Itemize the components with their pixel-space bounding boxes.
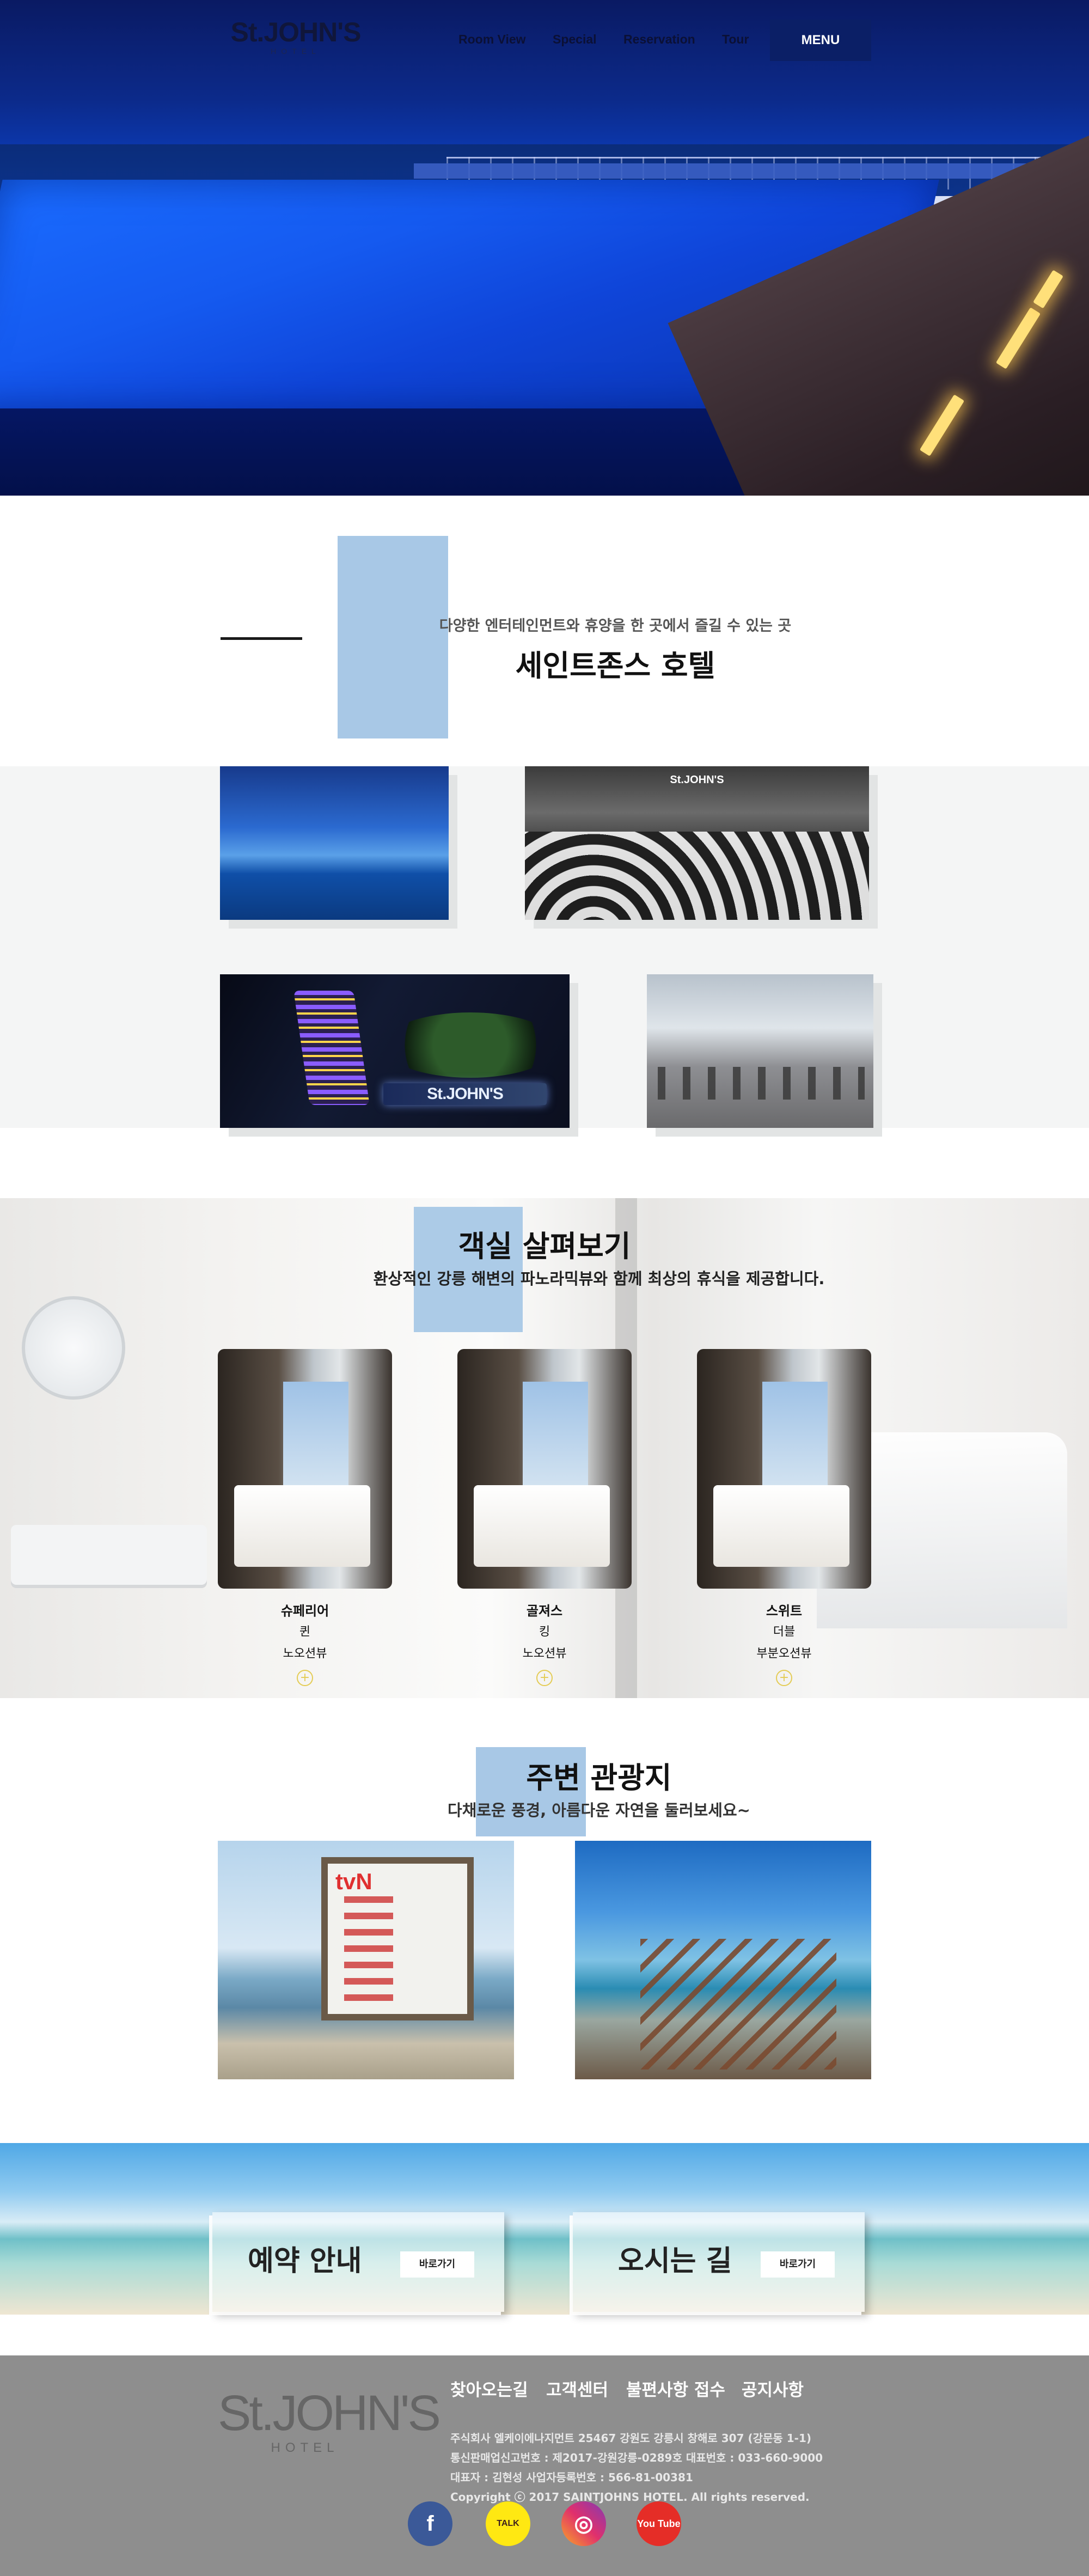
pool-rim [414, 163, 1089, 179]
reservation-title: 예약 안내 [248, 2245, 362, 2278]
hotel-logo[interactable]: St.JOHN'S HOTEL [219, 17, 372, 61]
youtube-icon[interactable]: You Tube [637, 2501, 681, 2546]
footer-link-notices[interactable]: 공지사항 [742, 2379, 804, 2401]
room-window [762, 1382, 828, 1501]
footer-link-support[interactable]: 고객센터 [546, 2379, 608, 2401]
accent-block [338, 536, 448, 738]
room-suite-name: 스위트 [766, 1603, 803, 1619]
room-gorgeous-view: 노오션뷰 [522, 1647, 567, 1661]
footer-registration: 통신판매업신고번호 : 제2017-강원강릉-0289호 대표번호 : 033-… [450, 2451, 823, 2464]
intro-title: 세인트존스 호텔 [515, 649, 715, 683]
plus-icon[interactable]: + [536, 1670, 553, 1686]
room-gorgeous-image[interactable] [457, 1349, 632, 1589]
room-superior-name: 슈페리어 [280, 1603, 329, 1619]
room-gorgeous-name: 골져스 [526, 1603, 563, 1619]
logo-subtitle: HOTEL [271, 47, 321, 56]
sights-title: 주변 관광지 [526, 1761, 672, 1795]
kakaotalk-icon[interactable]: TALK [486, 2501, 530, 2546]
intro-divider [221, 637, 302, 640]
hotel-sign: St.JOHN'S [383, 1083, 547, 1105]
nav-reservation[interactable]: Reservation [623, 32, 695, 47]
intro-subtitle: 다양한 엔터테인먼트와 휴양을 한 곳에서 즐길 수 있는 곳 [439, 618, 792, 634]
footer: St.JOHN'S HOTEL 찾아오는길 고객센터 불편사항 접수 공지사항 … [0, 2355, 1089, 2576]
drama-signboard: tvN [321, 1857, 474, 2020]
nav-special[interactable]: Special [553, 32, 597, 47]
hero-banner: St.JOHN'S HOTEL Room View Special Reserv… [0, 0, 1089, 496]
hotel-tower [293, 991, 370, 1105]
bathroom-mirror [22, 1296, 125, 1400]
room-superior-bed: 퀸 [299, 1625, 311, 1639]
room-suite-bed: 더블 [773, 1625, 796, 1639]
gallery-fitness-image[interactable] [647, 974, 873, 1128]
sights-subtitle: 다채로운 풍경, 아름다운 자연을 둘러보세요~ [448, 1801, 750, 1820]
facility-gallery: St.JOHN'S St.JOHN'S [0, 766, 1089, 1128]
plus-icon[interactable]: + [776, 1670, 792, 1686]
room-superior-image[interactable] [218, 1349, 392, 1589]
room-window [283, 1382, 348, 1501]
footer-link-directions[interactable]: 찾아오는길 [450, 2379, 528, 2401]
footer-logo: St.JOHN'S HOTEL [218, 2385, 441, 2456]
footer-logo-wordmark: St.JOHN'S [218, 2385, 441, 2441]
room-bed [713, 1485, 849, 1567]
room-superior-view: 노오션뷰 [283, 1647, 327, 1661]
footer-copyright: Copyright ⓒ 2017 SAINTJOHNS HOTEL. All r… [450, 2490, 810, 2504]
room-suite-view: 부분오션뷰 [756, 1647, 812, 1661]
gallery-exterior-image[interactable]: St.JOHN'S [220, 974, 570, 1128]
directions-title: 오시는 길 [618, 2245, 732, 2278]
reservation-go-button[interactable]: 바로가기 [400, 2251, 474, 2278]
gym-equipment [658, 1067, 865, 1100]
directions-go-button[interactable]: 바로가기 [761, 2251, 835, 2278]
footer-ceo: 대표자 : 김현성 사업자등록번호 : 566-81-00381 [450, 2471, 693, 2484]
footer-logo-subtitle: HOTEL [271, 2440, 339, 2455]
instagram-icon[interactable]: ◎ [561, 2501, 606, 2546]
poster-calligraphy [344, 1896, 393, 2005]
nav-room-view[interactable]: Room View [458, 32, 526, 47]
footer-company-address: 주식회사 엘케이에나지먼트 25467 강원도 강릉시 창해로 307 (강문동… [450, 2432, 812, 2445]
room-suite-image[interactable] [697, 1349, 871, 1589]
rooms-section: 객실 살펴보기 환상적인 강릉 해변의 파노라믹뷰와 함께 최상의 휴식을 제공… [0, 1198, 1089, 1698]
room-gorgeous-bed: 킹 [539, 1625, 550, 1639]
banquet-tables [525, 832, 869, 920]
room-window [523, 1382, 588, 1501]
gallery-pool-image[interactable] [220, 766, 449, 920]
sight-drama-board-image[interactable]: tvN [218, 1841, 514, 2079]
facebook-icon[interactable]: f [408, 2501, 452, 2546]
gallery-banquet-image[interactable]: St.JOHN'S [525, 766, 869, 920]
directions-card[interactable]: 오시는 길 바로가기 [573, 2212, 865, 2312]
plus-icon[interactable]: + [297, 1670, 313, 1686]
room-bed [474, 1485, 610, 1567]
footer-link-complaints[interactable]: 불편사항 접수 [626, 2379, 725, 2401]
wooden-stairs [640, 1939, 836, 2070]
room-bed [234, 1485, 370, 1567]
menu-button[interactable]: MENU [770, 20, 871, 61]
nav-tour[interactable]: Tour [722, 32, 749, 47]
bathroom-sink [11, 1525, 207, 1585]
rooms-title: 객실 살펴보기 [458, 1229, 631, 1263]
palm-trees [383, 1012, 558, 1078]
tvn-logo: tvN [335, 1869, 372, 1894]
banquet-logo: St.JOHN'S [670, 774, 724, 786]
cta-banner: 예약 안내 바로가기 오시는 길 바로가기 [0, 2143, 1089, 2315]
sight-coastal-path-image[interactable] [575, 1841, 871, 2079]
logo-wordmark: St.JOHN'S [230, 17, 361, 47]
rooms-subtitle: 환상적인 강릉 해변의 파노라믹뷰와 함께 최상의 휴식을 제공합니다. [373, 1269, 825, 1288]
reservation-card[interactable]: 예약 안내 바로가기 [212, 2212, 504, 2312]
